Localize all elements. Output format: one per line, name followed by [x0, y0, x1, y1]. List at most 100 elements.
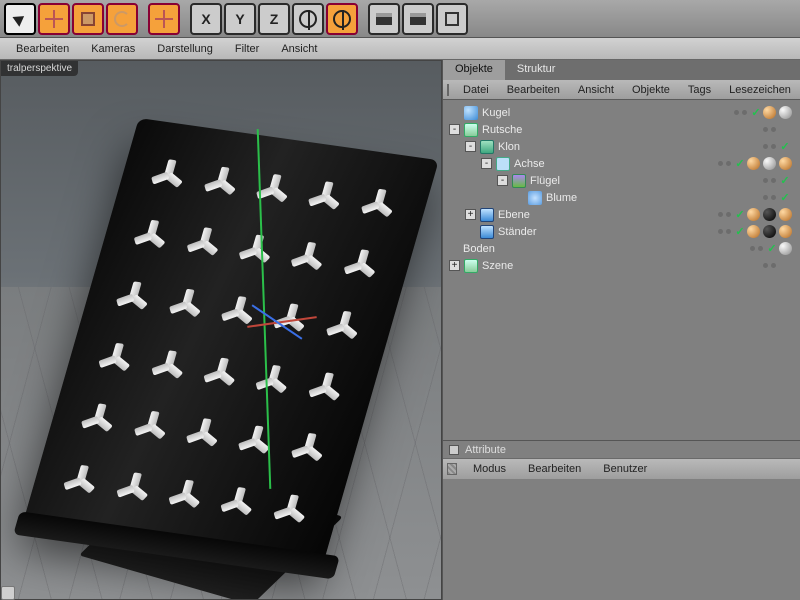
- visibility-dots[interactable]: [760, 127, 778, 132]
- tree-row-flügel[interactable]: -Flügel✓: [449, 172, 798, 189]
- 3d-viewport[interactable]: tralperspektive: [0, 60, 442, 600]
- tree-item-label: Szene: [482, 260, 513, 272]
- null-icon: [496, 157, 510, 171]
- material-tag-icon[interactable]: [779, 225, 792, 238]
- propeller-clone: [298, 358, 355, 416]
- panel-button[interactable]: [436, 3, 468, 35]
- axis-x-button[interactable]: X: [190, 3, 222, 35]
- tree-row-ebene[interactable]: +Ebene✓: [449, 206, 798, 223]
- om-menu-lesezeichen[interactable]: Lesezeichen: [721, 82, 799, 98]
- enable-check-icon[interactable]: ✓: [733, 225, 747, 238]
- menu-bearbeiten[interactable]: Bearbeiten: [8, 41, 77, 57]
- expand-icon[interactable]: +: [449, 260, 460, 271]
- enable-check-icon[interactable]: ✓: [778, 140, 792, 153]
- collapse-icon[interactable]: -: [481, 158, 492, 169]
- om-menu-tags[interactable]: Tags: [680, 82, 719, 98]
- axis-y-button[interactable]: Y: [224, 3, 256, 35]
- material-tag-icon[interactable]: [779, 242, 792, 255]
- visibility-dots[interactable]: [715, 212, 733, 217]
- coord-system-button[interactable]: [292, 3, 324, 35]
- enable-check-icon[interactable]: ✓: [765, 242, 779, 255]
- tree-row-ständer[interactable]: Ständer✓: [449, 223, 798, 240]
- menu-filter[interactable]: Filter: [227, 41, 267, 57]
- attr-menu-bearbeiten[interactable]: Bearbeiten: [518, 461, 591, 477]
- expand-icon[interactable]: +: [465, 209, 476, 220]
- propeller-clone: [228, 411, 285, 469]
- material-tag-icon[interactable]: [747, 208, 760, 221]
- attr-grip-icon[interactable]: [447, 463, 457, 475]
- visibility-dots[interactable]: [760, 195, 778, 200]
- enable-check-icon[interactable]: ✓: [749, 106, 763, 119]
- move2-tool-button[interactable]: [148, 3, 180, 35]
- cursor-tool-button[interactable]: [4, 3, 36, 35]
- material-tag-icon[interactable]: [763, 225, 776, 238]
- attributes-panel: Attribute Modus Bearbeiten Benutzer: [443, 440, 800, 600]
- material-tag-icon[interactable]: [763, 157, 776, 170]
- clone-icon: [480, 140, 494, 154]
- propeller-clone: [263, 480, 320, 538]
- material-tag-icon[interactable]: [747, 157, 760, 170]
- propeller-clone: [159, 274, 216, 332]
- tree-row-klon[interactable]: -Klon✓: [449, 138, 798, 155]
- tree-row-rutsche[interactable]: - Rutsche: [449, 121, 798, 138]
- tag-list: [747, 225, 798, 238]
- tree-row-blume[interactable]: Blume ✓: [449, 189, 798, 206]
- object-tree[interactable]: Kugel✓-Rutsche-Klon✓-Achse✓-Flügel✓Blume…: [443, 100, 800, 440]
- om-menu-datei[interactable]: Datei: [455, 82, 497, 98]
- move-tool-button[interactable]: [38, 3, 70, 35]
- propeller-clone: [71, 389, 128, 447]
- tree-item-label: Blume: [546, 192, 577, 204]
- tree-row-boden[interactable]: Boden ✓: [449, 240, 798, 257]
- visibility-dots[interactable]: [760, 263, 778, 268]
- material-tag-icon[interactable]: [779, 157, 792, 170]
- plane-icon: [480, 208, 494, 222]
- tab-struktur[interactable]: Struktur: [505, 60, 568, 80]
- render-region-button[interactable]: [402, 3, 434, 35]
- enable-check-icon[interactable]: ✓: [778, 174, 792, 187]
- menu-kameras[interactable]: Kameras: [83, 41, 143, 57]
- material-tag-icon[interactable]: [747, 225, 760, 238]
- render-button[interactable]: [368, 3, 400, 35]
- viewport-menubar: Bearbeiten Kameras Darstellung Filter An…: [0, 38, 800, 60]
- material-tag-icon[interactable]: [779, 106, 792, 119]
- propeller-clone: [159, 465, 216, 523]
- axis-z-button[interactable]: Z: [258, 3, 290, 35]
- world-button[interactable]: [326, 3, 358, 35]
- tab-objekte[interactable]: Objekte: [443, 60, 505, 80]
- propeller-clone: [194, 343, 251, 401]
- tree-item-label: Rutsche: [482, 124, 522, 136]
- material-tag-icon[interactable]: [763, 106, 776, 119]
- visibility-dots[interactable]: [715, 161, 733, 166]
- om-menu-ansicht[interactable]: Ansicht: [570, 82, 622, 98]
- visibility-dots[interactable]: [760, 144, 778, 149]
- enable-check-icon[interactable]: ✓: [733, 208, 747, 221]
- attr-menu-benutzer[interactable]: Benutzer: [593, 461, 657, 477]
- enable-check-icon[interactable]: ✓: [733, 157, 747, 170]
- material-tag-icon[interactable]: [779, 208, 792, 221]
- panel-grip-icon[interactable]: [447, 84, 449, 96]
- attr-toggle-icon[interactable]: [449, 445, 459, 455]
- visibility-dots[interactable]: [747, 246, 765, 251]
- collapse-icon[interactable]: -: [497, 175, 508, 186]
- om-menu-objekte[interactable]: Objekte: [624, 82, 678, 98]
- attr-menu-modus[interactable]: Modus: [463, 461, 516, 477]
- tree-item-label: Boden: [463, 243, 495, 255]
- tree-row-achse[interactable]: -Achse✓: [449, 155, 798, 172]
- tag-list: [763, 106, 798, 119]
- om-menu-bearbeiten[interactable]: Bearbeiten: [499, 82, 568, 98]
- visibility-dots[interactable]: [731, 110, 749, 115]
- visibility-dots[interactable]: [715, 229, 733, 234]
- collapse-icon[interactable]: -: [465, 141, 476, 152]
- menu-darstellung[interactable]: Darstellung: [149, 41, 221, 57]
- rotate-tool-button[interactable]: [106, 3, 138, 35]
- menu-ansicht[interactable]: Ansicht: [273, 41, 325, 57]
- object-manager-menubar: Datei Bearbeiten Ansicht Objekte Tags Le…: [443, 80, 800, 100]
- tree-row-kugel[interactable]: Kugel✓: [449, 104, 798, 121]
- scale-tool-button[interactable]: [72, 3, 104, 35]
- collapse-icon[interactable]: -: [449, 124, 460, 135]
- material-tag-icon[interactable]: [763, 208, 776, 221]
- visibility-dots[interactable]: [760, 178, 778, 183]
- attributes-menubar: Modus Bearbeiten Benutzer: [443, 459, 800, 479]
- enable-check-icon[interactable]: ✓: [778, 191, 792, 204]
- tree-row-szene[interactable]: + Szene: [449, 257, 798, 274]
